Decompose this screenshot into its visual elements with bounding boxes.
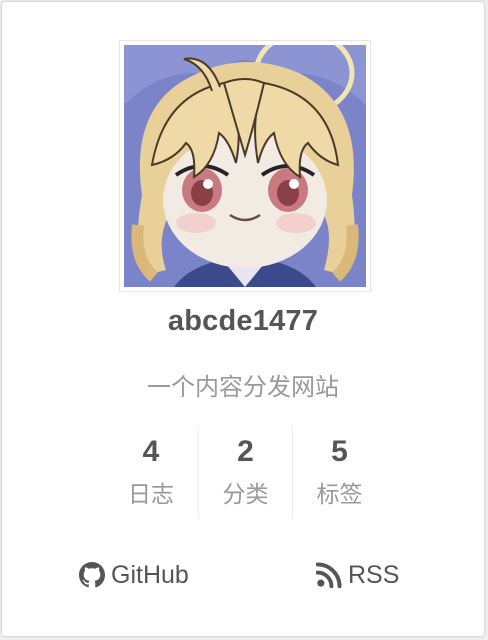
stat-tags-count: 5 (331, 435, 348, 468)
author-sidebar: abcde1477 一个内容分发网站 4 日志 2 分类 5 标签 GitHub… (2, 2, 484, 636)
github-icon (79, 562, 105, 588)
stat-posts-label: 日志 (128, 482, 174, 508)
avatar (119, 40, 371, 292)
stat-categories-count: 2 (237, 435, 254, 468)
rss-link-label: RSS (348, 560, 400, 589)
github-link[interactable]: GitHub (79, 558, 189, 592)
rss-icon (316, 562, 342, 588)
stat-categories-label: 分类 (222, 482, 269, 508)
rss-link[interactable]: RSS (316, 558, 399, 592)
stat-posts[interactable]: 4 日志 (104, 427, 198, 519)
stat-tags[interactable]: 5 标签 (292, 427, 386, 519)
stat-posts-count: 4 (142, 435, 160, 468)
author-name: abcde1477 (167, 305, 319, 337)
stat-tags-label: 标签 (316, 482, 363, 508)
site-description: 一个内容分发网站 (147, 373, 339, 401)
site-stats: 4 日志 2 分类 5 标签 (104, 427, 386, 519)
github-link-label: GitHub (111, 560, 189, 589)
avatar-image (124, 45, 366, 287)
stat-categories[interactable]: 2 分类 (198, 427, 292, 519)
